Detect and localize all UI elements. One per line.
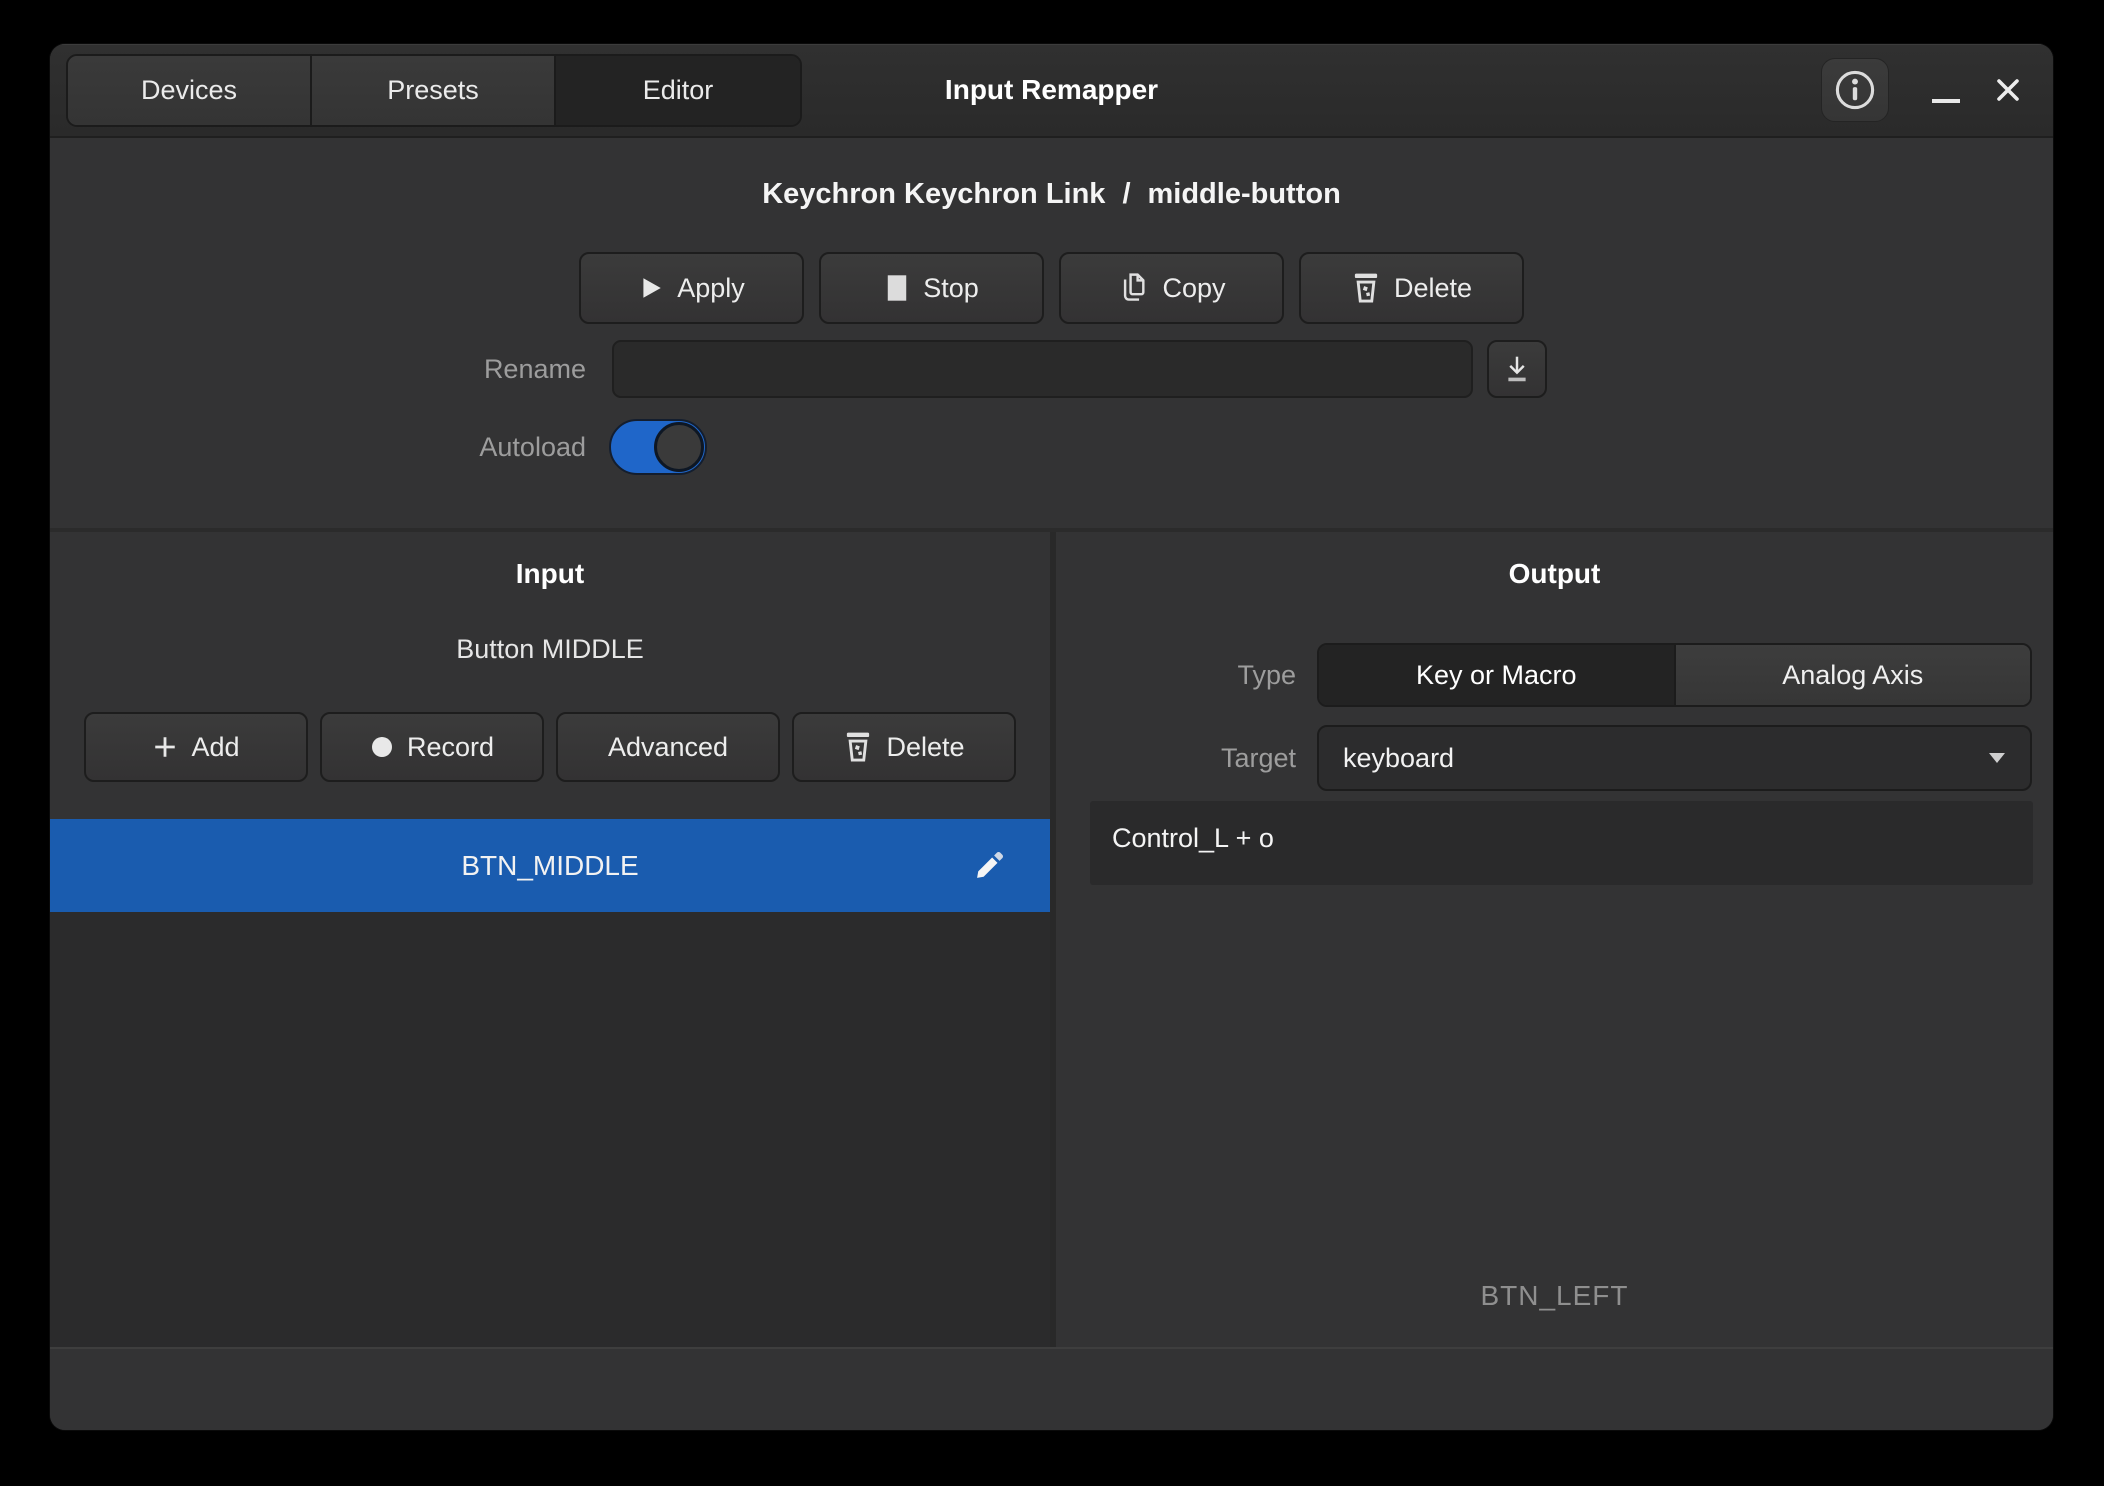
rename-label: Rename bbox=[50, 354, 586, 385]
edit-pencil-icon[interactable] bbox=[972, 849, 1006, 883]
window-title: Input Remapper bbox=[945, 74, 1158, 106]
target-label: Target bbox=[1056, 743, 1296, 774]
record-button[interactable]: Record bbox=[320, 712, 544, 782]
info-icon bbox=[1833, 68, 1877, 112]
mapping-list: BTN_MIDDLE bbox=[50, 819, 1050, 1347]
tab-presets[interactable]: Presets bbox=[312, 56, 556, 125]
advanced-button-label: Advanced bbox=[608, 732, 728, 763]
recording-status-label: BTN_LEFT bbox=[1056, 1280, 2053, 1312]
input-event-label: Button MIDDLE bbox=[50, 634, 1050, 665]
app-window: Devices Presets Editor Input Remapper bbox=[50, 44, 2053, 1430]
autoload-row: Autoload bbox=[50, 418, 2053, 476]
input-toolbar: Add Record Advanced bbox=[50, 712, 1050, 782]
close-button[interactable] bbox=[1977, 58, 2039, 122]
trash-icon bbox=[843, 730, 873, 764]
stop-button-label: Stop bbox=[923, 273, 979, 304]
minimize-button[interactable] bbox=[1915, 58, 1977, 122]
delete-preset-button-label: Delete bbox=[1394, 273, 1472, 304]
stop-icon bbox=[884, 273, 910, 303]
advanced-button[interactable]: Advanced bbox=[556, 712, 780, 782]
copy-button[interactable]: Copy bbox=[1059, 252, 1284, 324]
rename-apply-button[interactable] bbox=[1487, 340, 1547, 398]
view-tab-group: Devices Presets Editor bbox=[66, 54, 802, 127]
mapping-row-label: BTN_MIDDLE bbox=[461, 850, 638, 882]
tab-devices[interactable]: Devices bbox=[68, 56, 312, 125]
rename-input[interactable] bbox=[612, 340, 1473, 398]
output-panel: Output Type Key or Macro Analog Axis Tar… bbox=[1056, 532, 2053, 1347]
play-icon bbox=[638, 274, 664, 302]
dropdown-caret-icon bbox=[1988, 752, 2006, 764]
editor-panels: Input Button MIDDLE Add Record bbox=[50, 532, 2053, 1347]
plus-icon bbox=[152, 734, 178, 760]
delete-mapping-button-label: Delete bbox=[886, 732, 964, 763]
input-panel: Input Button MIDDLE Add Record bbox=[50, 532, 1050, 1347]
segment-key-or-macro[interactable]: Key or Macro bbox=[1319, 645, 1674, 705]
header-bar: Devices Presets Editor Input Remapper bbox=[50, 44, 2053, 138]
trash-icon bbox=[1351, 271, 1381, 305]
target-dropdown[interactable]: keyboard bbox=[1317, 725, 2032, 791]
bottom-strip bbox=[50, 1349, 2053, 1430]
breadcrumb-device-group: Keychron Keychron Link bbox=[762, 178, 1105, 211]
mapping-code-editor[interactable]: Control_L + o bbox=[1090, 801, 2033, 885]
mapping-row-btn-middle[interactable]: BTN_MIDDLE bbox=[50, 819, 1050, 912]
record-button-label: Record bbox=[407, 732, 494, 763]
close-icon bbox=[1990, 72, 2026, 108]
autoload-label: Autoload bbox=[50, 432, 586, 463]
type-row: Type Key or Macro Analog Axis bbox=[1056, 643, 2053, 707]
delete-mapping-button[interactable]: Delete bbox=[792, 712, 1016, 782]
apply-button-label: Apply bbox=[677, 273, 745, 304]
rename-row: Rename bbox=[50, 340, 2053, 398]
record-icon bbox=[370, 735, 394, 759]
breadcrumb: Keychron Keychron Link / middle-button bbox=[50, 178, 2053, 211]
delete-preset-button[interactable]: Delete bbox=[1299, 252, 1524, 324]
copy-button-label: Copy bbox=[1162, 273, 1225, 304]
type-label: Type bbox=[1056, 660, 1296, 691]
add-button-label: Add bbox=[191, 732, 239, 763]
breadcrumb-separator: / bbox=[1122, 178, 1130, 211]
type-segmented-control: Key or Macro Analog Axis bbox=[1317, 643, 2032, 707]
about-button[interactable] bbox=[1821, 58, 1889, 122]
output-panel-heading: Output bbox=[1056, 558, 2053, 590]
stop-button[interactable]: Stop bbox=[819, 252, 1044, 324]
target-row: Target keyboard bbox=[1056, 725, 2053, 791]
switch-knob bbox=[654, 422, 704, 472]
apply-button[interactable]: Apply bbox=[579, 252, 804, 324]
input-panel-heading: Input bbox=[50, 558, 1050, 590]
segment-analog-axis[interactable]: Analog Axis bbox=[1674, 645, 2031, 705]
preset-section: Keychron Keychron Link / middle-button A… bbox=[50, 140, 2053, 532]
window-controls bbox=[1821, 58, 2053, 122]
preset-action-row: Apply Stop Copy bbox=[50, 252, 2053, 324]
tab-editor[interactable]: Editor bbox=[556, 56, 800, 125]
breadcrumb-preset-name: middle-button bbox=[1148, 178, 1341, 211]
add-button[interactable]: Add bbox=[84, 712, 308, 782]
autoload-switch[interactable] bbox=[609, 419, 707, 475]
copy-icon bbox=[1117, 271, 1149, 305]
save-arrow-icon bbox=[1502, 353, 1532, 385]
target-dropdown-value: keyboard bbox=[1343, 743, 1454, 774]
minimize-icon bbox=[1932, 99, 1960, 103]
